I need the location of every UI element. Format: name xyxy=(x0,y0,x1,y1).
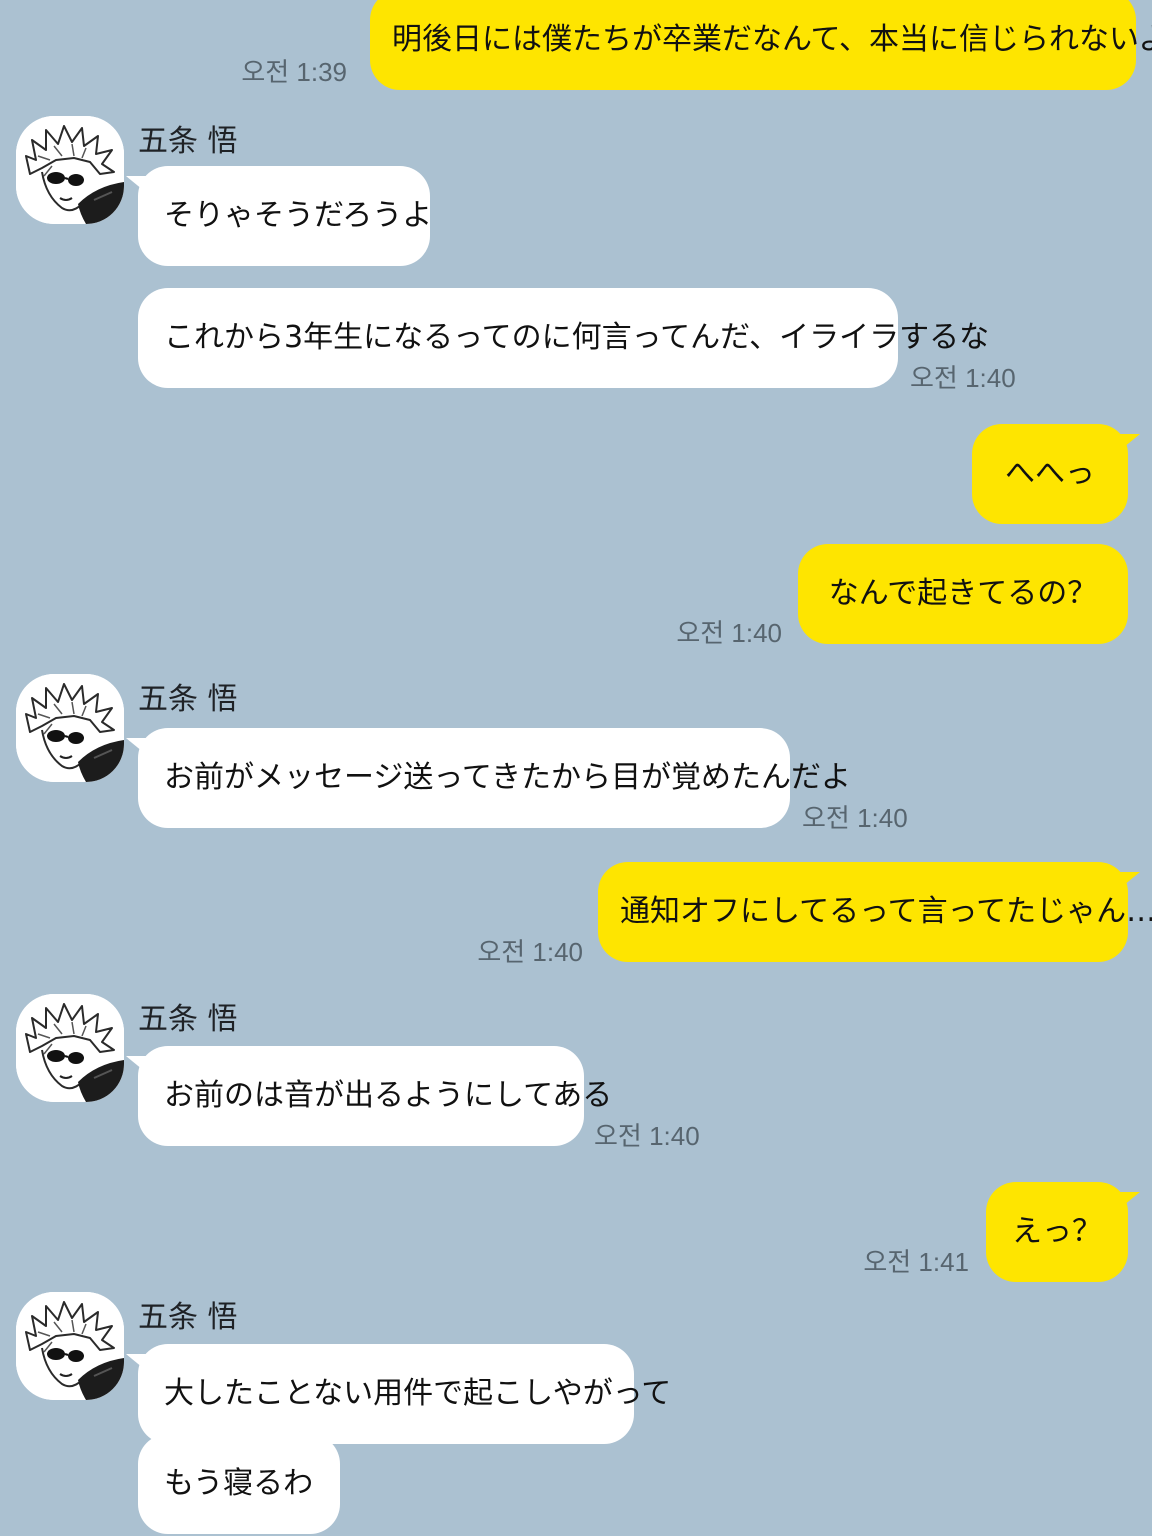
spiky-haired-character-avatar-icon xyxy=(16,116,124,224)
sent-message-bubble[interactable]: へへっ xyxy=(972,424,1140,524)
message-timestamp: 오전 1:41 xyxy=(863,1247,969,1277)
contact-avatar[interactable] xyxy=(16,116,124,224)
spiky-haired-character-avatar-icon xyxy=(16,1292,124,1400)
spiky-haired-character-avatar-icon xyxy=(16,994,124,1102)
message-timestamp: 오전 1:40 xyxy=(676,618,782,648)
received-message-bubble[interactable]: もう寝るわ xyxy=(138,1434,340,1534)
received-message-bubble[interactable]: これから3年生になるってのに何言ってんだ、イライラするな xyxy=(138,288,989,388)
sender-name: 五条 悟 xyxy=(138,124,238,159)
spiky-haired-character-avatar-icon xyxy=(16,674,124,782)
message-timestamp: 오전 1:39 xyxy=(241,57,347,87)
sender-name: 五条 悟 xyxy=(138,682,238,717)
message-timestamp: 오전 1:40 xyxy=(594,1121,700,1151)
sent-message-bubble[interactable]: なんで起きてるの？ xyxy=(798,544,1128,644)
sent-message-bubble[interactable]: 明後日には僕たちが卒業だなんて、本当に信じられないよ xyxy=(370,0,1152,90)
message-timestamp: 오전 1:40 xyxy=(802,803,908,833)
message-timestamp: 오전 1:40 xyxy=(910,363,1016,393)
sender-name: 五条 悟 xyxy=(138,1300,238,1335)
sent-message-bubble[interactable]: えっ？ xyxy=(986,1182,1140,1282)
received-message-bubble[interactable]: お前がメッセージ送ってきたから目が覚めたんだよ xyxy=(126,728,851,828)
received-message-bubble[interactable]: そりゃそうだろうよ xyxy=(126,166,432,266)
received-message-bubble[interactable]: 大したことない用件で起こしやがって xyxy=(126,1344,671,1444)
contact-avatar[interactable] xyxy=(16,674,124,782)
sender-name: 五条 悟 xyxy=(138,1002,238,1037)
sent-message-bubble[interactable]: 通知オフにしてるって言ってたじゃん… xyxy=(598,862,1152,962)
contact-avatar[interactable] xyxy=(16,994,124,1102)
contact-avatar[interactable] xyxy=(16,1292,124,1400)
received-message-bubble[interactable]: お前のは音が出るようにしてある xyxy=(126,1046,612,1146)
message-timestamp: 오전 1:40 xyxy=(477,937,583,967)
